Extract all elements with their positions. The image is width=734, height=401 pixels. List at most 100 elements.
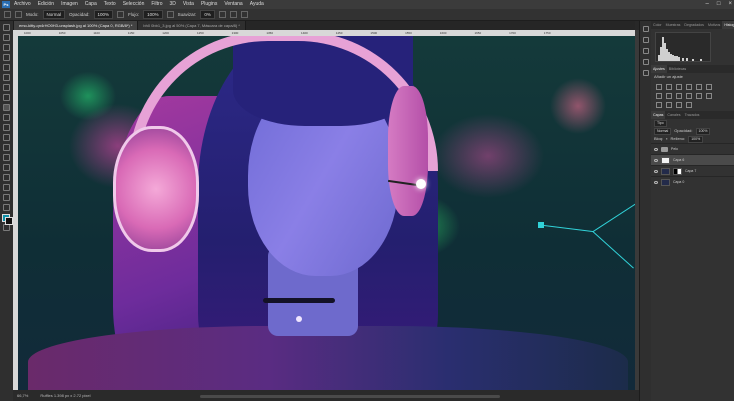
color-lookup-icon[interactable] (696, 93, 702, 99)
brightness-icon[interactable] (656, 84, 662, 90)
tab-document-1[interactable]: emo-kitty-qn4rHO0H3-unsplash.jpg al 100%… (14, 21, 139, 30)
menu-type[interactable]: Texto (104, 0, 116, 9)
layer-opacity-field[interactable]: 100% (695, 127, 711, 135)
dodge-tool-icon[interactable] (3, 164, 10, 171)
lock-icon[interactable]: ▪ (666, 135, 667, 143)
eyedropper-tool-icon[interactable] (3, 84, 10, 91)
opacity-field[interactable]: 100% (93, 10, 114, 19)
tab-paths[interactable]: Trazados (683, 111, 702, 119)
path-segment[interactable] (543, 225, 594, 233)
crop-tool-icon[interactable] (3, 64, 10, 71)
shape-tool-icon[interactable] (3, 204, 10, 211)
lasso-tool-icon[interactable] (3, 44, 10, 51)
background-color-swatch[interactable] (5, 217, 13, 225)
layer-row[interactable]: Capa 6 (651, 154, 734, 165)
tab-libraries[interactable]: Bibliotecas (667, 65, 688, 73)
tab-swatches[interactable]: Muestras (664, 21, 683, 29)
properties-icon[interactable] (642, 37, 649, 43)
layer-row[interactable]: Capa 0 (651, 176, 734, 187)
visibility-eye-icon[interactable] (654, 158, 658, 162)
layer-name[interactable]: Capa 0 (673, 180, 684, 184)
brush-preset-icon[interactable] (15, 11, 22, 18)
photo-filter-icon[interactable] (676, 93, 682, 99)
document-canvas[interactable] (18, 36, 635, 390)
fill-field[interactable]: 100% (688, 135, 704, 143)
menu-edit[interactable]: Edición (38, 0, 54, 9)
gear-icon[interactable] (218, 11, 226, 18)
path-segment[interactable] (592, 231, 634, 269)
menu-plugins[interactable]: Plugins (201, 0, 217, 9)
visibility-eye-icon[interactable] (654, 180, 658, 184)
document-info[interactable]: Ruffles 1.398 px x 2.72 pixel (40, 390, 90, 401)
posterize-icon[interactable] (656, 102, 662, 108)
minimize-icon[interactable]: – (706, 0, 709, 9)
blur-tool-icon[interactable] (3, 154, 10, 161)
blend-mode-select[interactable]: Normal (654, 127, 672, 135)
tab-color[interactable]: Color (651, 21, 664, 29)
tab-document-2[interactable]: bh0 0bb1_3.jpg al 50% (Capa 7, Máscara d… (138, 21, 246, 30)
layer-row[interactable]: Capa 7 (651, 165, 734, 176)
visibility-eye-icon[interactable] (654, 169, 658, 173)
menu-3d[interactable]: 3D (170, 0, 176, 9)
color-balance-icon[interactable] (656, 93, 662, 99)
horizontal-scrollbar[interactable] (200, 395, 500, 398)
marquee-tool-icon[interactable] (3, 34, 10, 41)
path-select-tool-icon[interactable] (3, 194, 10, 201)
smoothing-field[interactable]: 0% (200, 10, 215, 19)
brush-settings-icon[interactable] (642, 48, 649, 54)
flow-field[interactable]: 100% (143, 10, 163, 19)
threshold-icon[interactable] (666, 102, 672, 108)
visibility-eye-icon[interactable] (654, 147, 658, 151)
menu-help[interactable]: Ayuda (250, 0, 264, 9)
selective-color-icon[interactable] (686, 102, 692, 108)
type-tool-icon[interactable] (3, 184, 10, 191)
exposure-icon[interactable] (686, 84, 692, 90)
layer-name[interactable]: Pelo (671, 147, 678, 151)
pen-tool-icon[interactable] (3, 174, 10, 181)
zoom-level[interactable]: 66,7% (17, 390, 28, 401)
layer-mask-thumbnail[interactable] (673, 167, 682, 175)
history-icon[interactable] (642, 26, 649, 32)
levels-icon[interactable] (666, 84, 672, 90)
mode-select[interactable]: Normal (42, 10, 66, 19)
tab-adjustments[interactable]: Ajustes (651, 65, 667, 73)
symmetry-icon[interactable] (240, 11, 248, 18)
channel-mixer-icon[interactable] (686, 93, 692, 99)
home-icon[interactable] (4, 11, 11, 18)
menu-window[interactable]: Ventana (224, 0, 242, 9)
pressure-opacity-icon[interactable] (117, 11, 125, 18)
stamp-tool-icon[interactable] (3, 114, 10, 121)
gradient-tool-icon[interactable] (3, 144, 10, 151)
healing-tool-icon[interactable] (3, 94, 10, 101)
gradient-map-icon[interactable] (676, 102, 682, 108)
black-white-icon[interactable] (666, 93, 672, 99)
layer-name[interactable]: Capa 6 (673, 158, 684, 162)
airbrush-icon[interactable] (166, 11, 174, 18)
eraser-tool-icon[interactable] (3, 134, 10, 141)
close-icon[interactable]: × (728, 0, 732, 9)
path-segment[interactable] (593, 203, 635, 232)
layer-row[interactable]: Pelo (651, 143, 734, 154)
tab-patterns[interactable]: Motivos (706, 21, 722, 29)
tab-histogram[interactable]: Histograma (722, 21, 734, 29)
layer-kind-select[interactable]: Tipo (654, 119, 667, 127)
zoom-tool-icon[interactable] (3, 224, 10, 231)
maximize-icon[interactable]: □ (717, 0, 721, 9)
hue-saturation-icon[interactable] (706, 84, 712, 90)
quick-select-tool-icon[interactable] (3, 54, 10, 61)
tab-gradients[interactable]: Degradados (682, 21, 706, 29)
paragraph-icon[interactable] (642, 70, 649, 76)
vibrance-icon[interactable] (696, 84, 702, 90)
curves-icon[interactable] (676, 84, 682, 90)
brush-tool-icon[interactable] (3, 104, 10, 111)
menu-filter[interactable]: Filtro (151, 0, 162, 9)
tab-layers[interactable]: Capas (651, 111, 666, 119)
move-tool-icon[interactable] (3, 24, 10, 31)
tab-channels[interactable]: Canales (665, 111, 682, 119)
invert-icon[interactable] (706, 93, 712, 99)
layer-name[interactable]: Capa 7 (685, 169, 696, 173)
character-icon[interactable] (642, 59, 649, 65)
history-brush-tool-icon[interactable] (3, 124, 10, 131)
frame-tool-icon[interactable] (3, 74, 10, 81)
angle-icon[interactable] (229, 11, 237, 18)
